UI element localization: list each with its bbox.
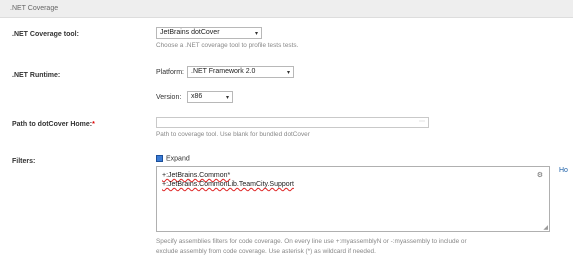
coverage-tool-select[interactable]: JetBrains dotCover ▾ — [156, 27, 262, 39]
version-label: Version: — [156, 94, 182, 101]
platform-value: .NET Framework 2.0 — [191, 68, 256, 75]
coverage-tool-label: .NET Coverage tool: — [12, 31, 79, 38]
dotcover-home-hint: Path to coverage tool. Use blank for bun… — [156, 131, 310, 138]
section-header: .NET Coverage — [0, 0, 573, 18]
version-select[interactable]: x86 ▾ — [187, 91, 233, 103]
dotcover-home-label: Path to dotCover Home:* — [12, 121, 95, 128]
filters-help-line2: exclude assembly from code coverage. Use… — [156, 248, 376, 255]
expand-icon — [156, 155, 163, 162]
chevron-down-icon: ▾ — [286, 70, 290, 76]
platform-select[interactable]: .NET Framework 2.0 ▾ — [187, 66, 294, 78]
filter-line: +:JetBrains.CommonLib.TeamCity.Support — [162, 181, 294, 188]
filters-textarea[interactable]: +:JetBrains.Common* +:JetBrains.CommonLi… — [156, 166, 550, 232]
expand-toggle[interactable]: Expand — [156, 155, 190, 162]
chevron-down-icon: ▾ — [225, 95, 229, 101]
runtime-label: .NET Runtime: — [12, 72, 61, 79]
filter-line: +:JetBrains.Common* — [162, 172, 231, 179]
coverage-tool-value: JetBrains dotCover — [160, 29, 220, 36]
help-link[interactable]: Ho — [559, 167, 568, 174]
required-mark: * — [92, 121, 95, 128]
section-title: .NET Coverage — [10, 5, 59, 12]
gear-icon[interactable]: ⚙ — [537, 171, 543, 179]
expand-label: Expand — [166, 155, 190, 163]
dotcover-home-input[interactable]: ⋯ — [156, 117, 429, 128]
coverage-tool-hint: Choose a .NET coverage tool to profile t… — [156, 42, 299, 49]
filters-label: Filters: — [12, 158, 36, 165]
resize-handle-icon[interactable]: ◢ — [543, 224, 548, 231]
chevron-down-icon: ▾ — [254, 31, 258, 37]
browse-icon[interactable]: ⋯ — [419, 118, 425, 125]
platform-label: Platform: — [156, 69, 185, 76]
dotcover-home-label-text: Path to dotCover Home: — [12, 121, 93, 128]
version-value: x86 — [191, 93, 203, 100]
filters-help-line1: Specify assemblies filters for code cove… — [156, 238, 467, 245]
